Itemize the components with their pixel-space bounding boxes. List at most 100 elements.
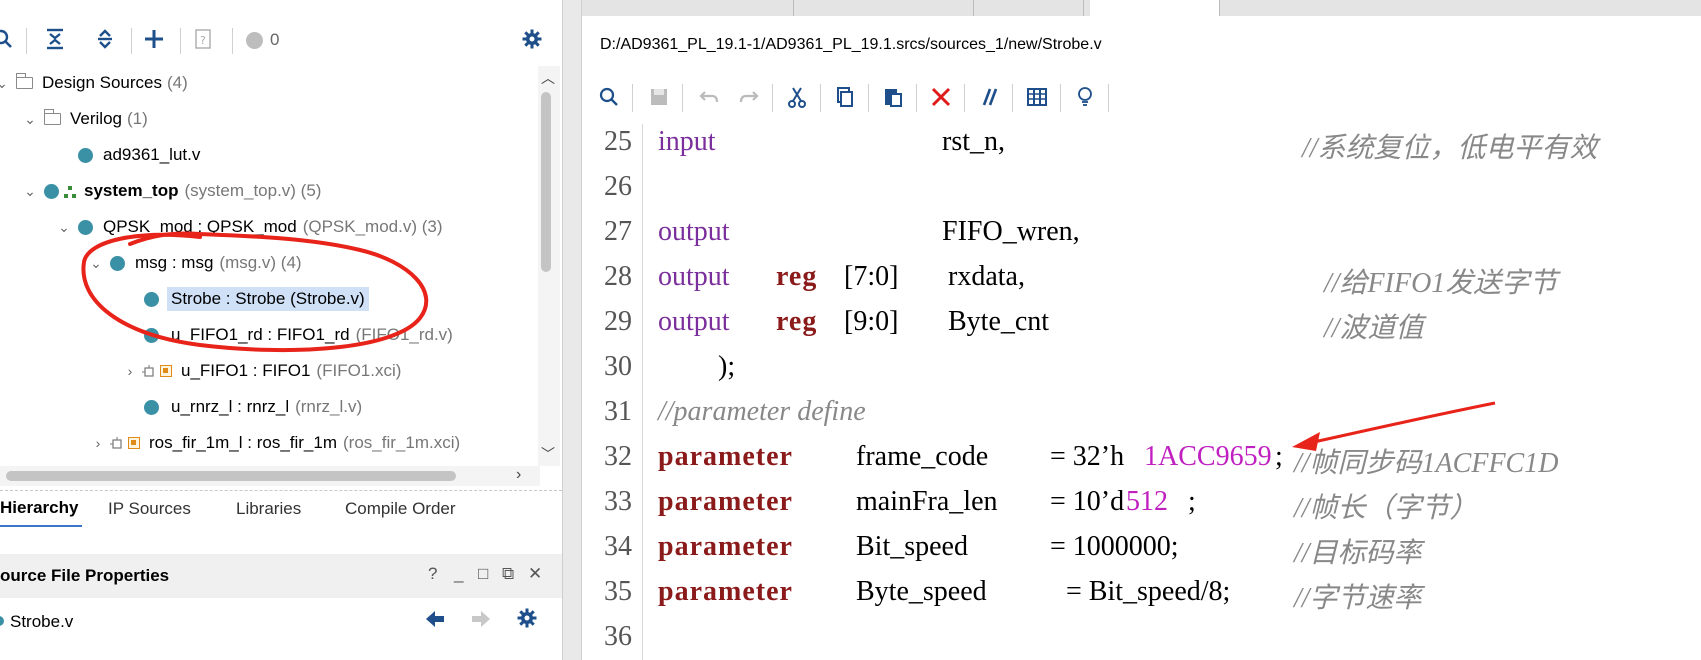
editor-tab[interactable]: [582, 0, 794, 16]
code-number: 1ACC9659: [1144, 441, 1272, 472]
add-icon[interactable]: [139, 24, 169, 54]
expand-all-icon[interactable]: [90, 24, 120, 54]
code-line[interactable]: 34 parameter Bit_speed = 1000000; //目标码率: [582, 531, 1701, 576]
code-token: Bit_speed: [856, 531, 968, 562]
tree-node-verilog[interactable]: ⌄ Verilog (1): [22, 104, 148, 134]
editor-tab[interactable]: [974, 0, 1084, 16]
chevron-right-icon[interactable]: ›: [122, 363, 138, 379]
line-number: 34: [604, 531, 632, 562]
chevron-down-icon[interactable]: ⌄: [22, 183, 38, 200]
error-count: 0: [270, 30, 280, 49]
tree-node-u-fifo1[interactable]: › u_FIFO1 : FIFO1 (FIFO1.xci): [122, 356, 402, 386]
search-icon[interactable]: [0, 24, 18, 54]
code-line[interactable]: 25 input rst_n, //系统复位，低电平有效: [582, 126, 1701, 171]
tree-count: (4): [167, 73, 188, 92]
tab-compile-order[interactable]: Compile Order: [345, 491, 456, 527]
tree-count: (1): [126, 109, 148, 128]
ip-core-icon: [160, 365, 172, 377]
comment-icon[interactable]: [974, 82, 1004, 112]
chevron-down-icon[interactable]: ⌄: [88, 255, 104, 272]
lightbulb-icon[interactable]: [1070, 82, 1100, 112]
tree-node-u-fifo1-rd[interactable]: u_FIFO1_rd : FIFO1_rd (FIFO1_rd.v): [144, 320, 453, 350]
code-token: );: [718, 351, 736, 382]
code-line[interactable]: 33 parameter mainFra_len = 10’d 512; //帧长（字节）: [582, 486, 1701, 531]
tree-node-msg[interactable]: ⌄ msg : msg (msg.v) (4): [88, 248, 301, 278]
minimize-icon[interactable]: _: [454, 564, 463, 584]
vertical-scroll-thumb[interactable]: [541, 92, 551, 272]
paste-icon[interactable]: [878, 82, 908, 112]
tree-file: (system_top.v) (5): [184, 181, 322, 200]
code-keyword: reg: [776, 261, 818, 292]
collapse-all-icon[interactable]: [40, 24, 70, 54]
tree-label: u_rnrz_l : rnrz_l: [171, 397, 290, 416]
code-line[interactable]: 35 parameter Byte_speed = Bit_speed/8; //字节速…: [582, 576, 1701, 621]
scroll-up-icon[interactable]: ︿: [541, 68, 555, 88]
tree-file: (FIFO1.xci): [316, 361, 402, 380]
code-line[interactable]: 27 output FIFO_wren,: [582, 216, 1701, 261]
search-icon[interactable]: [594, 82, 624, 112]
tab-ip-sources[interactable]: IP Sources: [108, 491, 191, 527]
copy-icon[interactable]: [830, 82, 860, 112]
code-keyword: output: [658, 306, 730, 337]
save-icon[interactable]: [644, 82, 674, 112]
tab-hierarchy[interactable]: Hierarchy: [0, 491, 82, 527]
tree-label: u_FIFO1_rd : FIFO1_rd: [171, 325, 350, 344]
chevron-down-icon[interactable]: ⌄: [0, 75, 10, 92]
line-number: 26: [604, 171, 632, 202]
back-arrow-icon[interactable]: [422, 606, 452, 636]
tree-file: (ros_fir_1m.xci): [343, 433, 461, 452]
tab-libraries[interactable]: Libraries: [236, 491, 301, 527]
tree-node-qpsk-mod[interactable]: ⌄ QPSK_mod : QPSK_mod (QPSK_mod.v) (3): [56, 212, 442, 242]
code-line[interactable]: 32 parameter frame_code = 32’h 1ACC9659; //帧同…: [582, 441, 1701, 486]
editor-tab-active[interactable]: [1090, 0, 1220, 16]
code-keyword: parameter: [658, 441, 793, 472]
cut-icon[interactable]: [782, 82, 812, 112]
tree-node-strobe[interactable]: Strobe : Strobe (Strobe.v): [144, 284, 369, 314]
editor-tab[interactable]: [794, 0, 974, 16]
svg-text:?: ?: [200, 34, 206, 47]
close-icon[interactable]: ✕: [528, 564, 542, 584]
code-keyword: parameter: [658, 486, 793, 517]
chevron-down-icon[interactable]: ⌄: [56, 219, 72, 236]
undo-icon[interactable]: [694, 82, 724, 112]
code-line[interactable]: 28 output reg [7:0] rxdata, //给FIFO1发送字节: [582, 261, 1701, 306]
code-line[interactable]: 30);: [582, 351, 1701, 396]
tree-label: Verilog: [70, 109, 122, 128]
code-keyword: parameter: [658, 531, 793, 562]
tree-node-u-rnrz[interactable]: u_rnrz_l : rnrz_l (rnrz_l.v): [144, 392, 362, 422]
forward-arrow-icon[interactable]: [468, 606, 498, 636]
pane-splitter[interactable]: [562, 0, 582, 660]
properties-title: ource File Properties: [0, 566, 170, 585]
maximize-icon[interactable]: □: [478, 564, 488, 584]
unknown-file-icon[interactable]: ?: [188, 24, 218, 54]
code-comment: //字节速率: [1294, 583, 1422, 614]
float-icon[interactable]: ⧉: [502, 564, 514, 584]
code-line[interactable]: 26: [582, 171, 1701, 216]
gear-icon[interactable]: [517, 608, 541, 632]
verilog-file-icon: [110, 255, 125, 271]
code-line[interactable]: 31 //parameter define: [582, 396, 1701, 441]
line-number: 30: [604, 351, 632, 382]
scroll-right-icon[interactable]: ›: [516, 466, 521, 484]
horizontal-scroll-thumb[interactable]: [6, 471, 456, 481]
code-line[interactable]: 29 output reg [9:0] Byte_cnt //波道值: [582, 306, 1701, 351]
gear-icon[interactable]: [517, 24, 547, 54]
scroll-down-icon[interactable]: ﹀: [541, 444, 555, 464]
code-line[interactable]: 36: [582, 621, 1701, 660]
tree-label: msg : msg: [135, 253, 214, 272]
help-icon[interactable]: ?: [428, 564, 437, 584]
tree-node-design-sources[interactable]: ⌄ Design Sources (4): [0, 68, 188, 98]
code-keyword: reg: [776, 306, 818, 337]
editor-toolbar: [582, 78, 1701, 118]
tree-node-ad9361-lut[interactable]: ad9361_lut.v: [78, 140, 200, 170]
tree-node-ros-fir[interactable]: › ros_fir_1m_l : ros_fir_1m (ros_fir_1m.…: [90, 428, 460, 458]
code-comment: //帧长（字节）: [1294, 493, 1478, 524]
columns-icon[interactable]: [1022, 82, 1052, 112]
code-editor[interactable]: 25 input rst_n, //系统复位，低电平有效 26 27 output FIFO_…: [582, 124, 1701, 660]
chevron-right-icon[interactable]: ›: [90, 435, 106, 451]
delete-icon[interactable]: [926, 82, 956, 112]
redo-icon[interactable]: [734, 82, 764, 112]
chevron-down-icon[interactable]: ⌄: [22, 111, 38, 128]
tree-label: ros_fir_1m_l : ros_fir_1m: [149, 433, 338, 452]
tree-node-system-top[interactable]: ⌄ system_top (system_top.v) (5): [22, 176, 321, 206]
